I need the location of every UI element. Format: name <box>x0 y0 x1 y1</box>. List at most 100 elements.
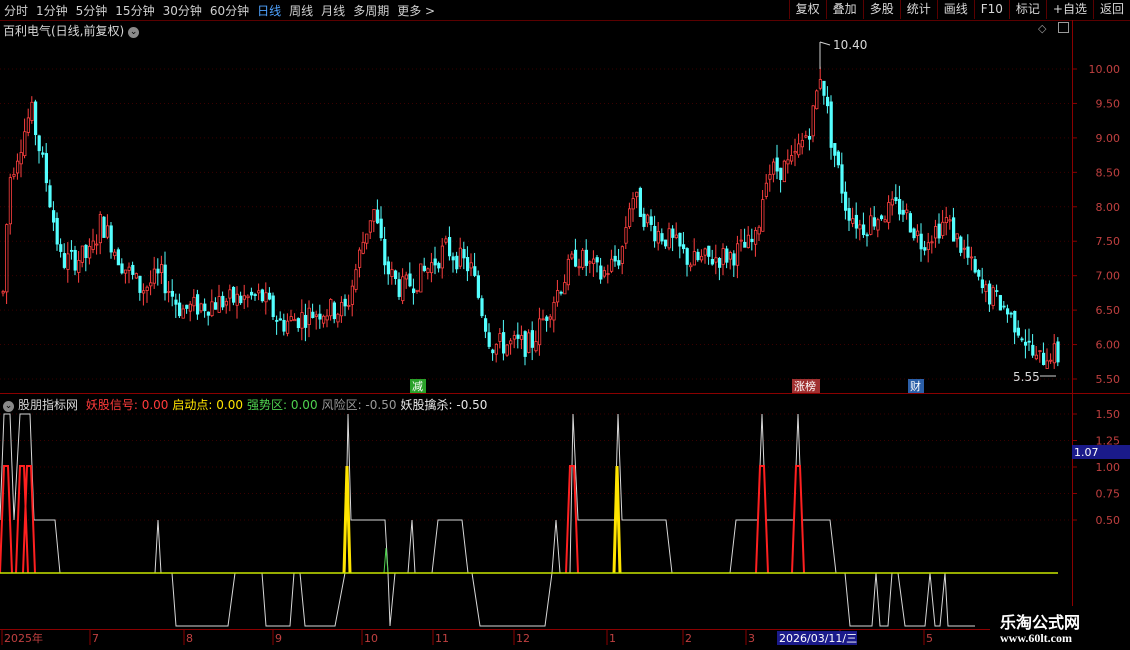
strong-zone-mark <box>383 547 389 574</box>
candle-body <box>343 298 347 307</box>
event-marker-label: 减 <box>412 380 423 393</box>
candle-body <box>552 301 556 321</box>
candle-body <box>858 224 862 230</box>
candle-body <box>221 295 225 308</box>
price-chart[interactable]: 10.00 9.50 9.00 8.50 8.00 7.50 7.00 6.50 6.00 5.5… <box>0 0 1130 650</box>
candle-body <box>962 247 967 250</box>
candle-body <box>768 174 772 180</box>
candle-body <box>217 296 221 313</box>
candle-body <box>257 290 261 294</box>
candle-body <box>365 233 369 244</box>
candle-body <box>419 263 423 293</box>
candle-body <box>743 241 747 248</box>
candle-body <box>566 258 571 286</box>
candle-body <box>970 256 974 259</box>
candle-body <box>714 257 718 263</box>
candle-body <box>278 318 283 321</box>
indicator-item: 风险区: -0.50 <box>321 398 397 412</box>
candle-body <box>588 261 592 264</box>
candle-body <box>501 332 506 354</box>
indicator-item: 启动点: 0.00 <box>172 398 243 412</box>
indicator-item: 妖股信号: 0.00 <box>85 398 169 412</box>
candle-body <box>736 243 740 266</box>
risk-line <box>0 413 975 627</box>
candle-body <box>574 249 578 267</box>
candle-body <box>192 296 196 307</box>
candle-body <box>15 160 20 174</box>
candle-body <box>213 302 218 310</box>
chevron-down-icon[interactable]: ⌄ <box>3 401 14 412</box>
indicator-item: 妖股擒杀: -0.50 <box>400 398 488 412</box>
candle-body <box>800 139 805 148</box>
candle-body <box>671 228 675 238</box>
candle-body <box>937 223 941 239</box>
candle-body <box>26 117 31 133</box>
candle-body <box>797 143 801 156</box>
candle-body <box>905 209 909 214</box>
indicator-axis: 1.501.251.000.750.501.07 <box>1072 408 1130 527</box>
cursor-value-label: 1.07 <box>1074 446 1099 459</box>
candle-body <box>847 208 851 221</box>
candle-body <box>246 295 250 299</box>
candle-body <box>249 291 254 296</box>
candle-body <box>739 239 743 242</box>
candle-body <box>447 237 452 257</box>
candle-body <box>628 208 632 227</box>
price-axis: 10.00 9.50 9.00 8.50 8.00 7.50 7.00 6.50 6.00 5.5… <box>1089 63 1121 386</box>
candle-body <box>1016 327 1021 336</box>
candle-body <box>1049 359 1053 362</box>
candle-body <box>260 289 265 302</box>
candle-body <box>577 266 581 269</box>
candle-body <box>321 315 326 324</box>
candle-body <box>77 260 81 273</box>
candle-body <box>498 333 502 342</box>
date-label: 11 <box>435 632 449 645</box>
candle-body <box>84 244 88 259</box>
candle-body <box>581 249 585 268</box>
candle-body <box>44 153 49 184</box>
candle-body <box>761 199 765 232</box>
candle-body <box>368 220 373 233</box>
candle-body <box>635 191 639 198</box>
candle-body <box>653 225 657 242</box>
watermark-url: www.60lt.com <box>1000 631 1072 645</box>
date-label: 2 <box>685 632 692 645</box>
candle-body <box>602 270 607 277</box>
price-label: 7.00 <box>1096 270 1121 283</box>
candle-body <box>876 219 880 231</box>
candle-body <box>599 265 603 280</box>
candle-body <box>437 262 441 269</box>
candle-body <box>231 286 236 303</box>
candle-body <box>73 249 77 271</box>
candle-body <box>894 197 898 202</box>
candle-body <box>458 247 463 267</box>
candle-body <box>411 288 416 294</box>
candle-body <box>329 299 333 317</box>
candle-body <box>887 202 891 223</box>
candle-body <box>808 135 812 140</box>
candle-body <box>426 268 430 273</box>
candle-body <box>610 258 614 272</box>
signal-spike <box>791 465 805 574</box>
price-label: 8.50 <box>1096 166 1121 179</box>
candle-body <box>476 275 481 298</box>
candle-body <box>710 259 715 265</box>
candle-body <box>134 273 138 279</box>
candle-body <box>678 232 682 247</box>
candle-body <box>253 294 257 296</box>
candle-body <box>1034 354 1038 360</box>
candle-body <box>88 245 92 259</box>
candle-body <box>664 239 668 247</box>
candle-body <box>206 311 210 316</box>
date-highlight-label: 2026/03/11/三 <box>779 632 857 645</box>
candle-body <box>415 289 419 292</box>
candle-body <box>613 255 617 262</box>
candle-body <box>984 284 988 292</box>
candle-body <box>541 318 545 321</box>
candle-body <box>404 274 409 280</box>
candle-body <box>527 332 531 353</box>
date-label: 10 <box>364 632 378 645</box>
candle-body <box>483 318 488 332</box>
candle-body <box>487 332 491 347</box>
date-label: 2025年 <box>4 631 43 645</box>
